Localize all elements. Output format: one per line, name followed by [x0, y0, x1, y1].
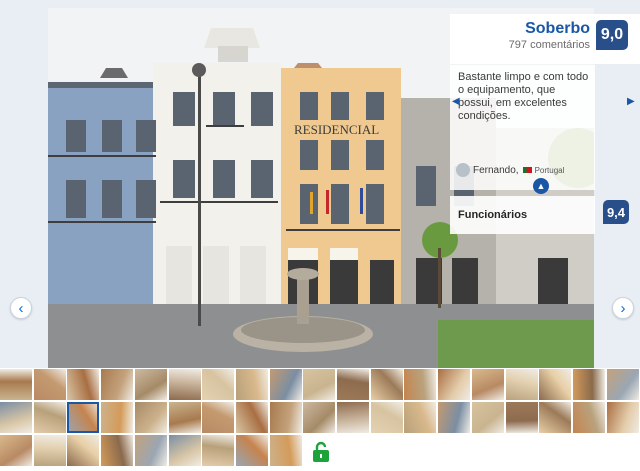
photo-thumbnail[interactable]	[34, 369, 66, 400]
reviewer-country: Portugal	[534, 165, 565, 175]
photo-thumbnail[interactable]	[67, 402, 99, 433]
subscore-badge: 9,4	[603, 200, 629, 224]
photo-thumbnail[interactable]	[506, 402, 538, 433]
chevron-right-icon: ›	[620, 299, 626, 317]
photo-thumbnail[interactable]	[34, 402, 66, 433]
photo-thumbnail[interactable]	[101, 369, 133, 400]
photo-thumbnail[interactable]	[135, 435, 167, 466]
photo-thumbnail[interactable]	[303, 369, 335, 400]
photo-thumbnail[interactable]	[202, 369, 234, 400]
photo-thumbnail[interactable]	[135, 402, 167, 433]
caret-right-icon: ▶	[627, 96, 635, 107]
subscore-label: Funcionários	[458, 209, 528, 221]
unlock-button[interactable]	[306, 437, 336, 467]
prev-photo-button[interactable]: ‹	[10, 297, 32, 319]
unlock-icon	[313, 441, 329, 462]
photo-thumbnail[interactable]	[404, 402, 436, 433]
photo-thumbnail[interactable]	[0, 369, 32, 400]
photo-thumbnail[interactable]	[371, 402, 403, 433]
reviewer-name: Fernando,	[473, 164, 519, 176]
photo-thumbnail[interactable]	[506, 369, 538, 400]
photo-thumbnail[interactable]	[0, 435, 32, 466]
reviewer: Fernando, Portugal	[456, 163, 564, 177]
photo-thumbnail[interactable]	[0, 402, 32, 433]
photo-thumbnail[interactable]	[607, 402, 639, 433]
residencial-sign: RESIDENCIAL	[294, 122, 379, 137]
photo-thumbnail[interactable]	[472, 369, 504, 400]
photo-thumbnail[interactable]	[202, 402, 234, 433]
photo-thumbnail[interactable]	[539, 369, 571, 400]
photo-thumbnail[interactable]	[169, 369, 201, 400]
photo-thumbnail[interactable]	[404, 369, 436, 400]
gallery-stage: RESIDENCIAL ‹ › Soberbo 797 comentários …	[0, 0, 640, 368]
photo-thumbnail[interactable]	[101, 402, 133, 433]
overall-score-badge: 9,0	[596, 20, 628, 50]
review-count[interactable]: 797 comentários	[509, 39, 590, 51]
photo-thumbnail[interactable]	[169, 402, 201, 433]
photo-thumbnail[interactable]	[438, 369, 470, 400]
photo-thumbnail[interactable]	[438, 402, 470, 433]
photo-thumbnail[interactable]	[270, 435, 302, 466]
hotel-photo-gallery: RESIDENCIAL ‹ › Soberbo 797 comentários …	[0, 0, 640, 471]
subscore-row: Funcionários	[450, 196, 595, 234]
rating-word: Soberbo	[525, 20, 590, 37]
review-card: Bastante limpo e com todo o equipamento,…	[450, 65, 595, 194]
collapse-review-button[interactable]: ▲	[533, 178, 549, 194]
photo-thumbnail[interactable]	[270, 369, 302, 400]
portugal-flag-icon	[522, 167, 532, 173]
photo-thumbnail[interactable]	[539, 402, 571, 433]
chevron-left-icon: ‹	[18, 299, 24, 317]
review-next-button[interactable]: ▶	[627, 96, 635, 107]
photo-thumbnail[interactable]	[303, 402, 335, 433]
photo-thumbnail[interactable]	[270, 402, 302, 433]
photo-thumbnail[interactable]	[67, 369, 99, 400]
photo-thumbnail[interactable]	[135, 369, 167, 400]
photo-thumbnail[interactable]	[337, 369, 369, 400]
photo-thumbnail[interactable]	[236, 435, 268, 466]
photo-thumbnail[interactable]	[573, 402, 605, 433]
photo-thumbnail[interactable]	[472, 402, 504, 433]
caret-left-icon: ◀	[452, 96, 460, 107]
photo-thumbnail[interactable]	[236, 369, 268, 400]
photo-thumbnail[interactable]	[202, 435, 234, 466]
photo-thumbnail[interactable]	[67, 435, 99, 466]
photo-thumbnail[interactable]	[337, 402, 369, 433]
chevron-up-icon: ▲	[536, 181, 546, 191]
photo-thumbnail[interactable]	[573, 369, 605, 400]
avatar	[456, 163, 470, 177]
photo-thumbnail[interactable]	[101, 435, 133, 466]
review-text: Bastante limpo e com todo o equipamento,…	[458, 71, 589, 122]
photo-thumbnail[interactable]	[371, 369, 403, 400]
next-photo-button[interactable]: ›	[612, 297, 634, 319]
photo-thumbnail[interactable]	[34, 435, 66, 466]
photo-thumbnail[interactable]	[169, 435, 201, 466]
photo-thumbnail[interactable]	[607, 369, 639, 400]
photo-thumbnail[interactable]	[236, 402, 268, 433]
review-prev-button[interactable]: ◀	[452, 96, 460, 107]
